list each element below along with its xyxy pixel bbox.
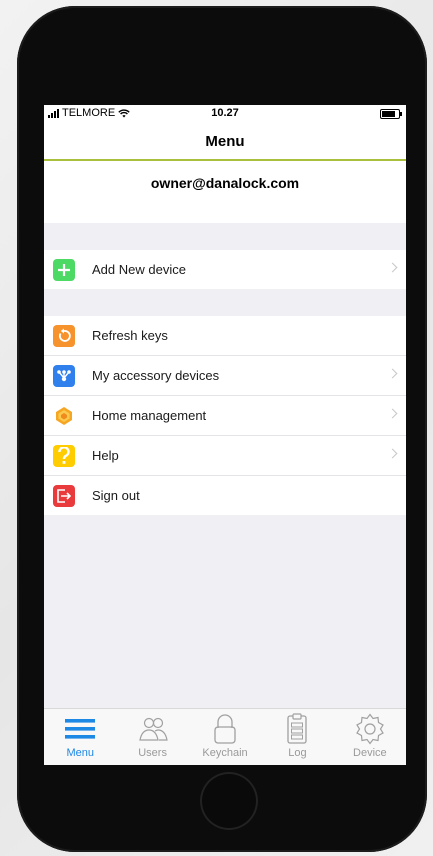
menu-item-label: Sign out — [92, 488, 140, 503]
menu-icon — [65, 719, 96, 739]
tab-label: Users — [138, 747, 167, 759]
plus-icon — [53, 259, 75, 281]
menu-item-label: My accessory devices — [92, 368, 220, 383]
tab-label: Menu — [66, 747, 94, 759]
menu-item-sign-out[interactable]: Sign out — [44, 476, 406, 515]
users-icon — [138, 717, 168, 741]
padlock-icon — [214, 714, 236, 744]
page-title: Menu — [205, 133, 245, 150]
tab-label: Device — [353, 747, 387, 759]
home-button[interactable] — [200, 772, 258, 830]
tab-users[interactable]: Users — [116, 709, 188, 765]
tab-log[interactable]: Log — [261, 709, 333, 765]
menu-item-add-new-device[interactable]: Add New device — [44, 250, 406, 289]
tab-label: Keychain — [202, 747, 248, 759]
account-email: owner@danalock.com — [150, 175, 300, 191]
chevron-right-icon — [387, 408, 398, 419]
navigation-bar: Menu — [44, 125, 406, 161]
accessory-hub-icon — [53, 365, 75, 387]
sign-out-icon — [53, 485, 75, 507]
menu-item-refresh-keys[interactable]: Refresh keys — [44, 316, 406, 356]
app-screen: TELMORE 10.27 Menu owner@danalock.com Ad… — [44, 105, 406, 765]
menu-item-label: Add New device — [92, 262, 186, 277]
status-bar: TELMORE 10.27 — [44, 105, 406, 125]
menu-item-label: Help — [92, 448, 119, 463]
status-time: 10.27 — [211, 107, 239, 119]
menu-item-my-accessory-devices[interactable]: My accessory devices — [44, 356, 406, 396]
question-icon — [53, 445, 75, 467]
chevron-right-icon — [387, 448, 398, 459]
tab-menu[interactable]: Menu — [44, 709, 116, 765]
refresh-icon — [53, 325, 75, 347]
menu-group-devices: Add New device — [44, 250, 406, 289]
tab-keychain[interactable]: Keychain — [189, 709, 261, 765]
chevron-right-icon — [387, 368, 398, 379]
tab-bar: Menu Users Keychain Log Device — [44, 708, 406, 765]
menu-group-main: Refresh keys My accessory devices Home m… — [44, 316, 406, 515]
homekit-icon — [53, 405, 75, 427]
menu-item-label: Home management — [92, 408, 207, 423]
battery-icon — [380, 109, 402, 119]
gear-icon — [355, 713, 384, 745]
account-header: owner@danalock.com — [44, 161, 406, 223]
menu-item-home-management[interactable]: Home management — [44, 396, 406, 436]
tab-device[interactable]: Device — [334, 709, 406, 765]
menu-item-help[interactable]: Help — [44, 436, 406, 476]
clipboard-icon — [287, 713, 308, 744]
menu-item-label: Refresh keys — [92, 328, 168, 343]
chevron-right-icon — [387, 262, 398, 273]
tab-label: Log — [288, 747, 307, 759]
